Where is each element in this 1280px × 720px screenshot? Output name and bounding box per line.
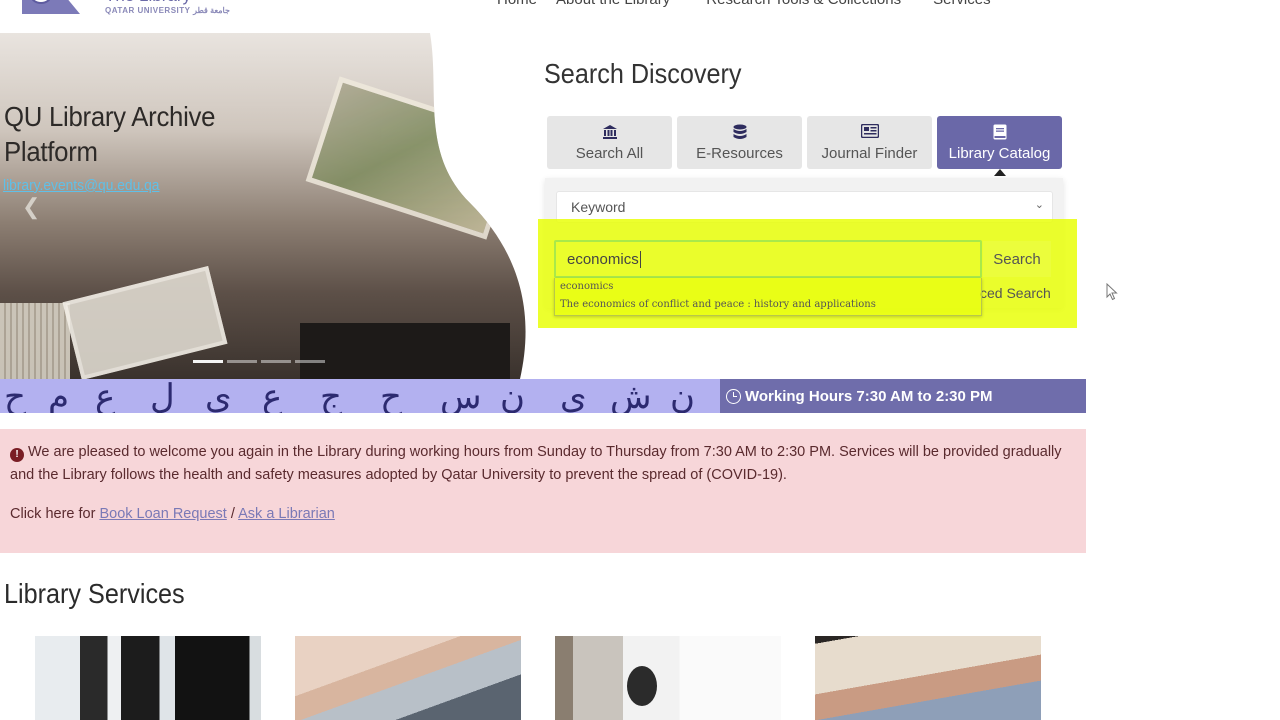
service-card-image[interactable] bbox=[35, 636, 261, 720]
library-logo[interactable]: The Library QATAR UNIVERSITY جامعة قطر bbox=[20, 0, 230, 18]
autocomplete-item[interactable]: economics bbox=[555, 278, 981, 296]
mouse-cursor-icon bbox=[1106, 282, 1118, 301]
hero-image bbox=[0, 33, 530, 379]
links-separator: / bbox=[230, 506, 235, 522]
alert-message: We are pleased to welcome you again in t… bbox=[10, 444, 1062, 483]
institution-icon bbox=[602, 124, 618, 142]
exclamation-circle-icon: ! bbox=[10, 448, 24, 462]
carousel-dot[interactable] bbox=[261, 360, 291, 363]
nav-item-research-tools[interactable]: Research Tools & Collections bbox=[706, 0, 901, 8]
carousel-indicators bbox=[193, 360, 325, 363]
hero-carousel: QU Library Archive Platform library.even… bbox=[0, 33, 530, 379]
tab-e-resources[interactable]: E-Resources bbox=[677, 116, 802, 169]
carousel-dot[interactable] bbox=[227, 360, 257, 363]
hero-email-link[interactable]: library.events@qu.edu.qa bbox=[3, 177, 159, 194]
chevron-left-icon[interactable]: ❮ bbox=[22, 194, 40, 220]
tab-label: Library Catalog bbox=[948, 144, 1051, 162]
service-card-image[interactable] bbox=[815, 636, 1041, 720]
search-tabs: Search All E-Resources Journal Finder Li… bbox=[547, 116, 1062, 176]
newspaper-icon bbox=[860, 123, 879, 142]
tab-label: Journal Finder bbox=[821, 144, 918, 162]
tab-label: E-Resources bbox=[696, 144, 783, 162]
ask-a-librarian-link[interactable]: Ask a Librarian bbox=[238, 506, 335, 522]
alert-links-prefix: Click here for bbox=[10, 506, 96, 522]
nav-item-services[interactable]: Services bbox=[933, 0, 991, 8]
autocomplete-item[interactable]: The economics of conflict and peace : hi… bbox=[555, 296, 981, 314]
tab-journal-finder[interactable]: Journal Finder bbox=[807, 116, 932, 169]
search-discovery-title: Search Discovery bbox=[544, 58, 742, 89]
autocomplete-dropdown: economics The economics of conflict and … bbox=[554, 278, 982, 316]
search-input[interactable]: economics bbox=[554, 240, 982, 278]
library-services-title: Library Services bbox=[4, 578, 185, 609]
hero-title: QU Library Archive Platform bbox=[4, 101, 216, 167]
advanced-search-link[interactable]: ced Search bbox=[980, 285, 1051, 301]
logo-subtitle: QATAR UNIVERSITY جامعة قطر bbox=[105, 6, 230, 15]
book-icon bbox=[993, 124, 1007, 142]
carousel-dot[interactable] bbox=[193, 360, 223, 363]
database-icon bbox=[733, 124, 747, 142]
logo-mark-icon bbox=[20, 0, 95, 18]
calligraphy-pattern-banner: ح م ع ل ي ع ج ح س ن ي ش ن bbox=[0, 379, 720, 413]
chevron-down-icon: ⌄ bbox=[1034, 199, 1044, 211]
tab-search-all[interactable]: Search All bbox=[547, 116, 672, 169]
clock-icon bbox=[726, 388, 741, 404]
search-button[interactable]: Search bbox=[983, 241, 1051, 277]
nav-item-home[interactable]: Home bbox=[497, 0, 537, 8]
carousel-dot[interactable] bbox=[295, 360, 325, 363]
nav-item-about[interactable]: About the Library bbox=[556, 0, 670, 8]
service-card-image[interactable] bbox=[295, 636, 521, 720]
tab-label: Search All bbox=[575, 144, 644, 162]
working-hours-banner: Working Hours 7:30 AM to 2:30 PM bbox=[720, 379, 1086, 413]
service-card-image[interactable] bbox=[555, 636, 781, 720]
book-loan-request-link[interactable]: Book Loan Request bbox=[99, 506, 226, 522]
working-hours-text: Working Hours 7:30 AM to 2:30 PM bbox=[745, 387, 993, 405]
tab-library-catalog[interactable]: Library Catalog bbox=[937, 116, 1062, 176]
main-nav: Home About the Library Research Tools & … bbox=[497, 0, 991, 8]
site-header: The Library QATAR UNIVERSITY جامعة قطر H… bbox=[0, 0, 1280, 30]
covid-alert: ! We are pleased to welcome you again in … bbox=[0, 429, 1086, 553]
